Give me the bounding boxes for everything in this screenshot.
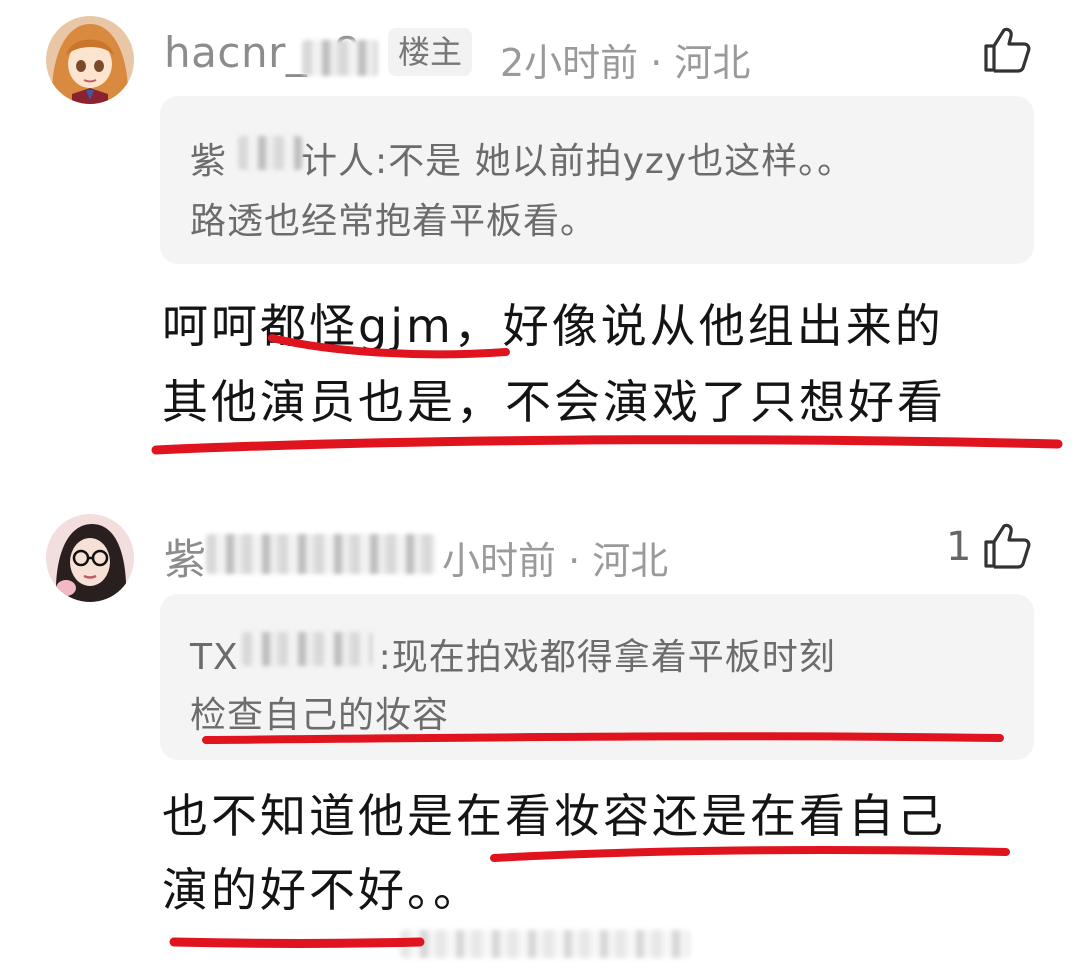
reply-text-line-2: 演的好不好。。 [162,863,482,917]
like-count: 1 [946,524,972,570]
comment-1: hacnr_o8 楼主 2小时前 · 河北 紫计人:不是 她以前拍yzy也这样。… [0,0,1080,470]
timestamp-location: 2小时前 · 河北 [500,41,751,85]
girl-with-glasses-avatar-icon [46,514,134,602]
redacted-patch [302,40,378,76]
thumbs-up-icon[interactable] [980,520,1032,572]
anime-girl-avatar-icon [46,16,134,104]
redacted-patch [206,534,436,574]
reply-text-line-1: 也不知道他是在看妆容还是在看自己 [162,789,946,843]
quote-line-2: 路透也经常抱着平板看。 [190,201,598,242]
redacted-patch [400,930,690,958]
comment-2: 紫 小时前 · 河北 1 TX:现在拍戏都得拿着平板时刻 检查自己的妆容 也不知… [0,490,1080,969]
avatar[interactable] [46,514,134,602]
avatar[interactable] [46,16,134,104]
reply-text-line-1: 呵呵都怪gjm，好像说从他组出来的 [162,299,944,353]
reply-text-line-2: 其他演员也是，不会演戏了只想好看 [162,375,946,429]
timestamp-location: 小时前 · 河北 [442,539,669,583]
quoted-comment[interactable]: 紫计人:不是 她以前拍yzy也这样。。 路透也经常抱着平板看。 [160,96,1034,264]
op-badge: 楼主 [388,28,473,76]
thumbs-up-icon[interactable] [980,24,1032,76]
username[interactable]: 紫 [164,526,207,587]
redacted-patch [242,632,372,666]
quoted-comment[interactable]: TX:现在拍戏都得拿着平板时刻 检查自己的妆容 [160,594,1034,760]
redacted-patch [238,136,302,170]
quote-line-2: 检查自己的妆容 [190,695,450,736]
